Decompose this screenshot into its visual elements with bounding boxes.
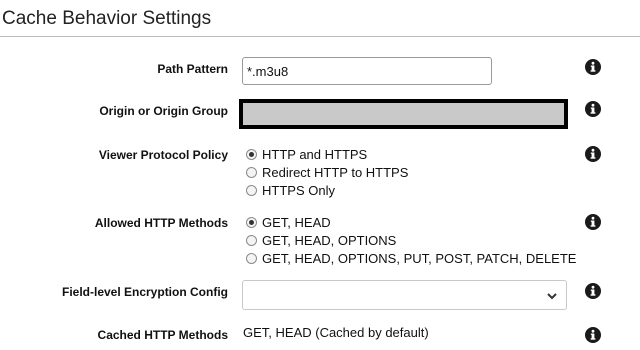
viewer-protocol-option-https-only[interactable]: HTTPS Only xyxy=(246,181,408,199)
cached-methods-label: Cached HTTP Methods xyxy=(97,328,228,342)
cached-methods-value: GET, HEAD (Cached by default) xyxy=(243,325,429,340)
radio-button[interactable] xyxy=(246,166,257,178)
field-encryption-select[interactable] xyxy=(242,280,567,310)
chevron-down-icon xyxy=(547,293,557,300)
info-icon[interactable] xyxy=(585,327,601,343)
radio-button-selected[interactable] xyxy=(246,148,257,160)
title-divider xyxy=(0,36,640,37)
origin-select-redacted[interactable] xyxy=(239,99,568,129)
section-title: Cache Behavior Settings xyxy=(2,8,212,29)
info-icon[interactable] xyxy=(585,146,601,162)
viewer-protocol-label: Viewer Protocol Policy xyxy=(98,148,228,162)
radio-button-selected[interactable] xyxy=(246,216,257,228)
option-label: GET, HEAD, OPTIONS xyxy=(262,232,397,248)
viewer-protocol-option-redirect[interactable]: Redirect HTTP to HTTPS xyxy=(246,163,408,181)
info-icon[interactable] xyxy=(585,101,601,117)
radio-button[interactable] xyxy=(246,184,257,196)
option-label: GET, HEAD xyxy=(262,214,331,230)
allowed-methods-radio-group: GET, HEAD GET, HEAD, OPTIONS GET, HEAD, … xyxy=(246,213,576,267)
allowed-methods-option-get-head-options[interactable]: GET, HEAD, OPTIONS xyxy=(246,231,576,249)
radio-button[interactable] xyxy=(246,234,257,246)
radio-button[interactable] xyxy=(246,252,257,264)
info-icon[interactable] xyxy=(585,214,601,230)
option-label: Redirect HTTP to HTTPS xyxy=(262,164,409,180)
option-label: HTTPS Only xyxy=(262,182,335,198)
path-pattern-input[interactable] xyxy=(242,57,492,85)
origin-label: Origin or Origin Group xyxy=(99,104,228,118)
option-label: GET, HEAD, OPTIONS, PUT, POST, PATCH, DE… xyxy=(262,250,577,266)
path-pattern-label: Path Pattern xyxy=(157,62,228,76)
viewer-protocol-radio-group: HTTP and HTTPS Redirect HTTP to HTTPS HT… xyxy=(246,145,408,199)
allowed-methods-option-get-head[interactable]: GET, HEAD xyxy=(246,213,576,231)
viewer-protocol-option-http-https[interactable]: HTTP and HTTPS xyxy=(246,145,408,163)
info-icon[interactable] xyxy=(585,283,601,299)
field-encryption-label: Field-level Encryption Config xyxy=(61,285,228,299)
info-icon[interactable] xyxy=(585,59,601,75)
allowed-methods-label: Allowed HTTP Methods xyxy=(94,216,228,230)
option-label: HTTP and HTTPS xyxy=(262,146,368,162)
allowed-methods-option-all[interactable]: GET, HEAD, OPTIONS, PUT, POST, PATCH, DE… xyxy=(246,249,576,267)
